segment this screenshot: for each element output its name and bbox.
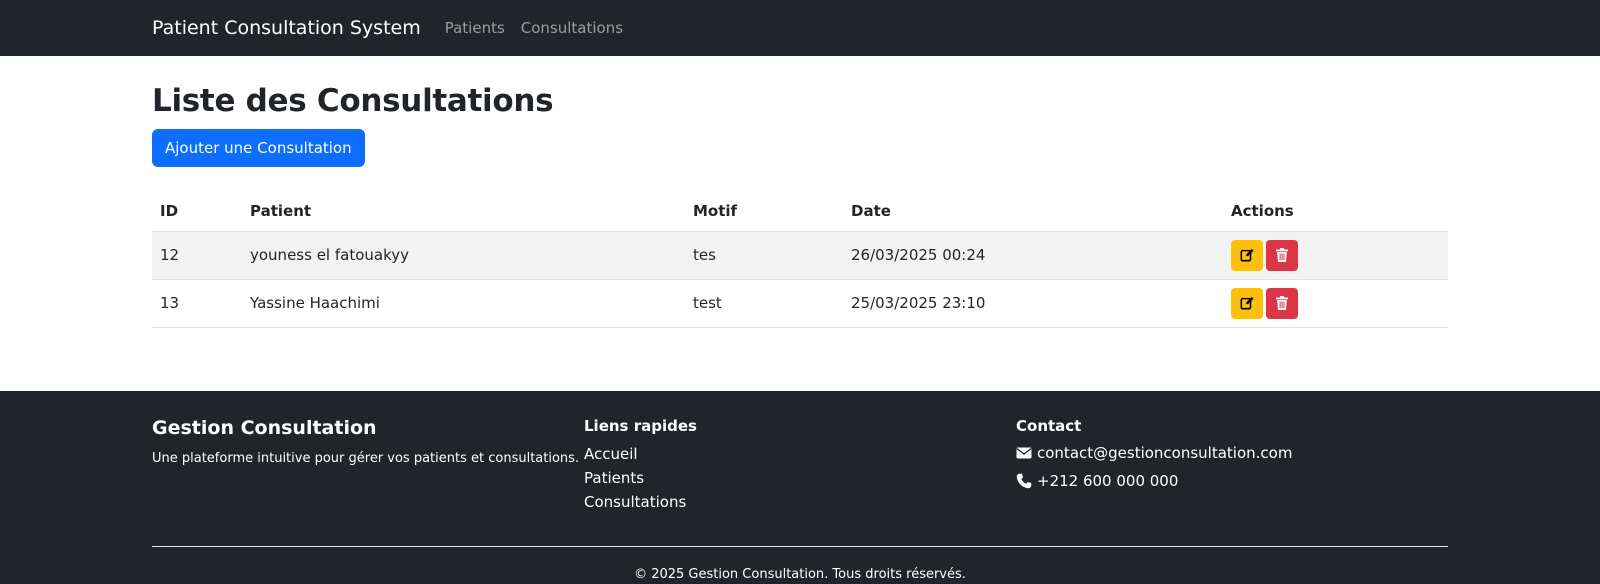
header-date: Date: [843, 191, 1223, 232]
phone-icon: [1016, 473, 1032, 489]
footer-contact: Contact contact@gestionconsultation.com: [1016, 417, 1448, 514]
nav-link-patients[interactable]: Patients: [445, 19, 505, 37]
cell-patient: youness el fatouakyy: [242, 231, 685, 280]
footer-about: Gestion Consultation Une plateforme intu…: [152, 417, 584, 514]
nav-link-consultations[interactable]: Consultations: [521, 19, 623, 37]
cell-actions: [1223, 279, 1448, 328]
main-content: Liste des Consultations Ajouter une Cons…: [0, 83, 1600, 391]
cell-date: 25/03/2025 23:10: [843, 279, 1223, 328]
delete-button[interactable]: [1266, 239, 1298, 271]
cell-id: 12: [152, 231, 242, 280]
footer-description: Une plateforme intuitive pour gérer vos …: [152, 451, 580, 466]
header-id: ID: [152, 191, 242, 232]
navbar: Patient Consultation System Patients Con…: [0, 0, 1600, 56]
footer-divider: [152, 546, 1448, 547]
cell-patient: Yassine Haachimi: [242, 279, 685, 328]
edit-icon: [1240, 297, 1254, 310]
envelope-icon: [1016, 445, 1032, 461]
navbar-brand[interactable]: Patient Consultation System: [152, 17, 421, 39]
footer-links-heading: Liens rapides: [584, 417, 697, 435]
contact-phone: +212 600 000 000: [1016, 467, 1448, 495]
edit-button[interactable]: [1231, 239, 1263, 271]
add-consultation-button[interactable]: Ajouter une Consultation: [152, 129, 365, 168]
cell-id: 13: [152, 279, 242, 328]
contact-email-text[interactable]: contact@gestionconsultation.com: [1037, 439, 1292, 467]
header-motif: Motif: [685, 191, 843, 232]
copyright: © 2025 Gestion Consultation. Tous droits…: [634, 567, 966, 582]
footer-link-patients[interactable]: Patients: [584, 466, 1016, 490]
footer-contact-heading: Contact: [1016, 417, 1082, 435]
footer-quick-links: Liens rapides Accueil Patients Consultat…: [584, 417, 1016, 514]
trash-icon: [1276, 296, 1288, 311]
edit-button[interactable]: [1231, 287, 1263, 319]
page-title: Liste des Consultations: [152, 83, 554, 119]
footer-link-accueil[interactable]: Accueil: [584, 442, 1016, 466]
table-header-row: ID Patient Motif Date Actions: [152, 191, 1448, 232]
table-row: 12 youness el fatouakyy tes 26/03/2025 0…: [152, 231, 1448, 280]
footer-brand: Gestion Consultation: [152, 417, 377, 439]
cell-motif: test: [685, 279, 843, 328]
header-patient: Patient: [242, 191, 685, 232]
trash-icon: [1276, 248, 1288, 263]
footer: Gestion Consultation Une plateforme intu…: [0, 391, 1600, 584]
header-actions: Actions: [1223, 191, 1448, 232]
cell-date: 26/03/2025 00:24: [843, 231, 1223, 280]
table-row: 13 Yassine Haachimi test 25/03/2025 23:1…: [152, 279, 1448, 328]
delete-button[interactable]: [1266, 287, 1298, 319]
footer-link-consultations[interactable]: Consultations: [584, 490, 1016, 514]
consultations-table: ID Patient Motif Date Actions 12 youness…: [152, 191, 1448, 328]
cell-motif: tes: [685, 231, 843, 280]
edit-icon: [1240, 249, 1254, 262]
contact-phone-text[interactable]: +212 600 000 000: [1037, 467, 1178, 495]
contact-email: contact@gestionconsultation.com: [1016, 439, 1448, 467]
cell-actions: [1223, 231, 1448, 280]
